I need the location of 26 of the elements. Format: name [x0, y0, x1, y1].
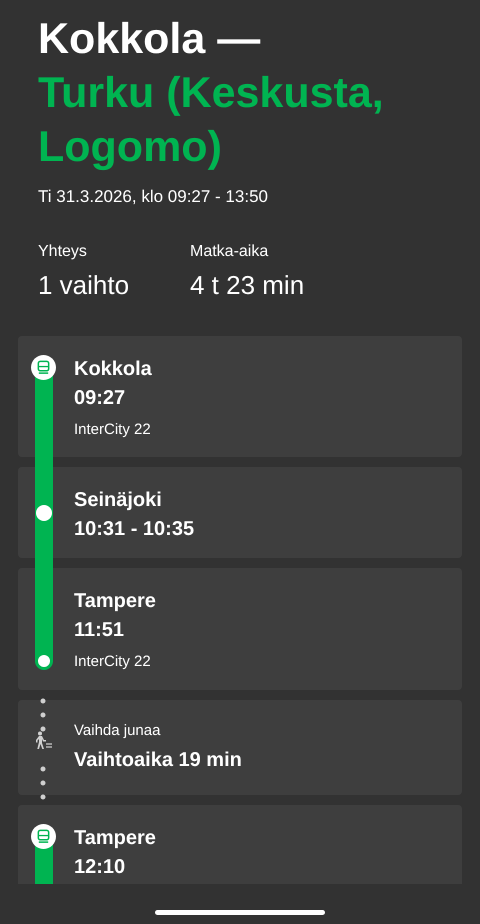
dotted-line-icon: [40, 698, 46, 732]
stop-time: 11:51: [74, 618, 126, 643]
stop-time: 12:10: [74, 855, 126, 880]
station-name: Kokkola: [74, 356, 153, 382]
walking-person-icon: [34, 730, 54, 750]
transfer-time: Vaihtoaika 19 min: [74, 748, 243, 773]
stop-time: 09:27: [74, 386, 126, 410]
dotted-line-icon: [40, 766, 46, 800]
stop-card[interactable]: [18, 805, 462, 884]
transfer-card[interactable]: [18, 700, 462, 795]
summary-label: Matka-aika: [190, 242, 270, 262]
station-name: Tampere: [74, 826, 157, 851]
station-name: Seinäjoki: [74, 488, 163, 513]
transfer-label: Vaihda junaa: [74, 720, 162, 740]
summary-value: 4 t 23 min: [190, 270, 304, 300]
stop-card[interactable]: [18, 336, 462, 457]
route-title: Kokkola — Turku (Keskusta, Logomo): [38, 14, 385, 173]
station-name: Tampere: [74, 589, 157, 614]
stop-card[interactable]: [18, 568, 462, 690]
stop-time: 10:31 - 10:35: [74, 517, 196, 542]
stop-card[interactable]: [18, 467, 462, 558]
summary-value: 1 vaihto: [38, 270, 130, 300]
train-name: InterCity 22: [74, 652, 152, 672]
train-name: InterCity 22: [74, 420, 152, 440]
date-time: Ti 31.3.2026, klo 09:27 - 13:50: [38, 186, 269, 208]
summary-label: Yhteys: [38, 242, 88, 262]
